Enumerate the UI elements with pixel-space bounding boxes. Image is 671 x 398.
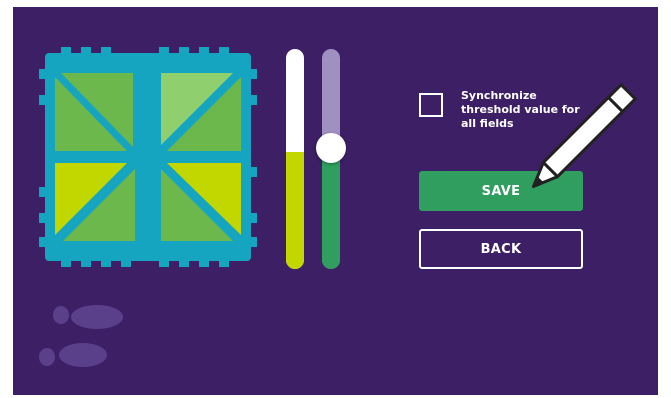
back-button[interactable]: BACK <box>419 229 583 269</box>
pencil-icon <box>531 82 638 189</box>
threshold-slider-a[interactable] <box>286 49 304 269</box>
slider-a-fill <box>286 152 304 269</box>
floor-tile-fields <box>39 47 257 267</box>
slider-b-handle[interactable] <box>316 133 346 163</box>
app-screen: Synchronize threshold value for all fiel… <box>13 7 658 395</box>
slider-b-fill <box>322 148 340 269</box>
footprints-icon <box>39 305 123 367</box>
checkbox-icon[interactable] <box>419 93 443 117</box>
